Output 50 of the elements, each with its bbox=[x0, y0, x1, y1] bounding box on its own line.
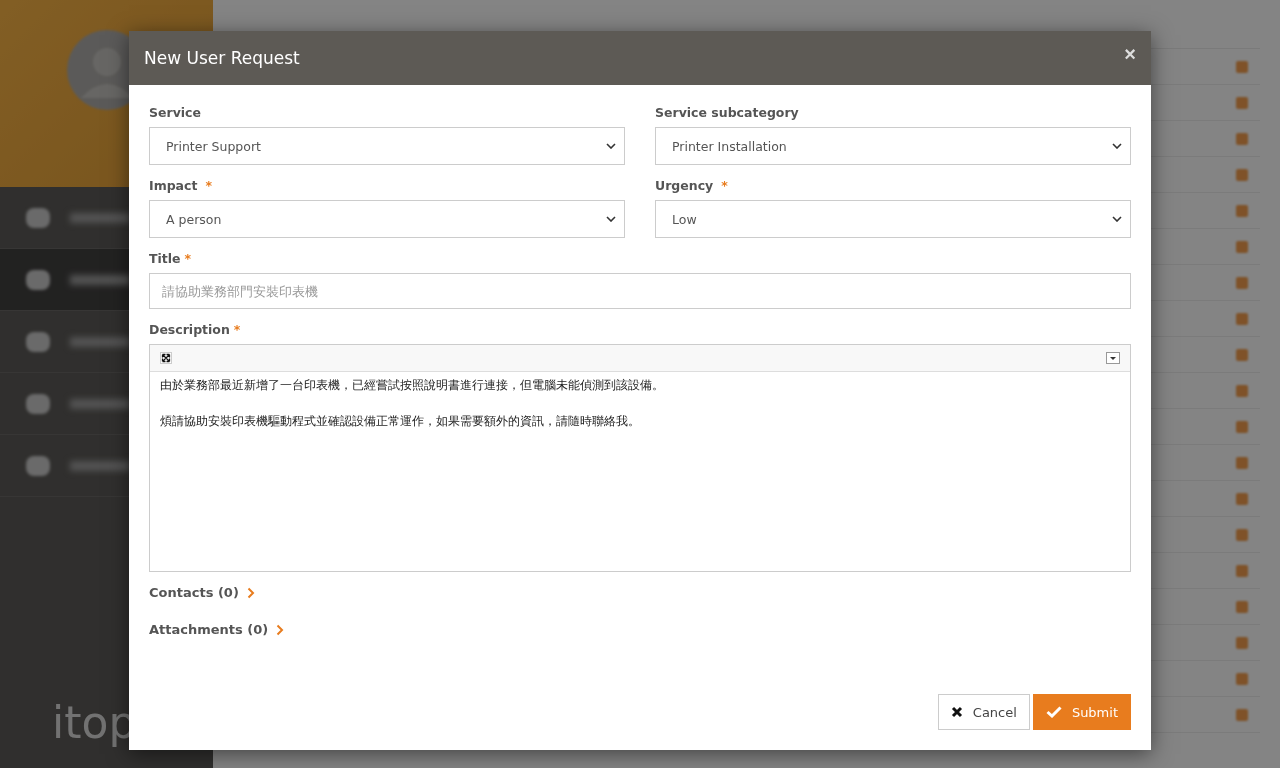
status-icon bbox=[1236, 636, 1248, 649]
select-field[interactable]: A person bbox=[149, 200, 625, 238]
chevron-icon bbox=[1112, 143, 1122, 149]
status-icon bbox=[1236, 492, 1248, 505]
status-icon bbox=[1236, 204, 1248, 217]
title-input[interactable]: 請協助業務部門安裝印表機 bbox=[149, 273, 1131, 309]
status-icon bbox=[1236, 384, 1248, 397]
close-button[interactable]: × bbox=[1124, 42, 1136, 66]
status-icon bbox=[1236, 600, 1248, 613]
required-mark: * bbox=[721, 178, 728, 193]
maximize-icon[interactable] bbox=[160, 352, 172, 364]
status-icon bbox=[1236, 528, 1248, 541]
section-toggle[interactable]: Attachments (0) bbox=[149, 622, 269, 637]
required-mark: * bbox=[184, 251, 192, 266]
required-mark: * bbox=[205, 178, 212, 193]
section-toggle[interactable]: Contacts (0) bbox=[149, 585, 239, 600]
field-label: Service subcategory bbox=[655, 105, 799, 120]
chevron-icon bbox=[606, 143, 616, 149]
status-icon bbox=[1236, 60, 1248, 73]
select-field[interactable]: Printer Installation bbox=[655, 127, 1131, 165]
status-icon bbox=[1236, 348, 1248, 361]
status-icon bbox=[1236, 456, 1248, 469]
field-label: Impact bbox=[149, 178, 198, 193]
select-field[interactable]: Printer Support bbox=[149, 127, 625, 165]
close-icon bbox=[950, 706, 963, 718]
field-label: Description bbox=[149, 322, 230, 337]
dropdown-icon[interactable] bbox=[1106, 352, 1120, 364]
status-icon bbox=[1236, 276, 1248, 289]
status-icon bbox=[1236, 240, 1248, 253]
text-editor[interactable]: 由於業務部最近新增了一台印表機，已經嘗試按照說明書進行連接，但電腦未能偵測到該設備。 煩請協助安裝印表機驅動程式並確認設備正常運作，如果需要額外的資訊，請隨時聯絡我。 bbox=[149, 344, 1131, 572]
dialog-title: New User Request bbox=[144, 48, 300, 68]
description-text: 由於業務部最近新增了一台印表機，已經嘗試按照說明書進行連接，但電腦未能偵測到該設備。 bbox=[160, 378, 665, 393]
status-icon bbox=[1236, 168, 1248, 181]
cancel-button[interactable]: Cancel bbox=[937, 694, 1030, 730]
status-icon bbox=[1236, 312, 1248, 325]
status-icon bbox=[1236, 564, 1248, 577]
field-label: Urgency bbox=[655, 178, 714, 193]
required-mark: * bbox=[233, 322, 241, 337]
status-icon bbox=[1236, 672, 1248, 685]
status-icon bbox=[1236, 420, 1248, 433]
field-label: Title bbox=[149, 251, 181, 266]
chevron-icon bbox=[606, 216, 616, 222]
status-icon bbox=[1236, 132, 1248, 145]
select-field[interactable]: Low bbox=[655, 200, 1131, 238]
field-label: Service bbox=[149, 105, 201, 120]
description-text: 煩請協助安裝印表機驅動程式並確認設備正常運作，如果需要額外的資訊，請隨時聯絡我。 bbox=[160, 414, 641, 429]
chevron-icon bbox=[1112, 216, 1122, 222]
status-icon bbox=[1236, 708, 1248, 721]
check-icon bbox=[1045, 706, 1062, 718]
status-icon bbox=[1236, 96, 1248, 109]
